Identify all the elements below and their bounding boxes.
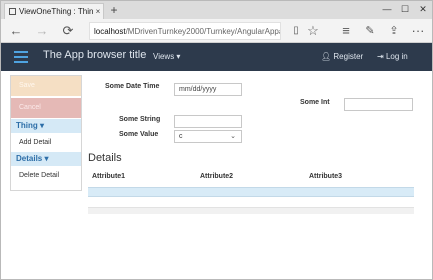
url-host: localhost — [94, 27, 126, 36]
close-window-button[interactable]: ✕ — [415, 2, 431, 16]
forward-icon[interactable]: → — [33, 22, 51, 40]
notes-pen-icon[interactable]: ✎ — [361, 22, 379, 40]
chevron-down-icon: ⌄ — [230, 133, 236, 140]
details-heading: Details — [88, 152, 122, 164]
some-string-label: Some String — [119, 116, 161, 123]
some-int-input[interactable] — [344, 98, 413, 111]
app-title[interactable]: The App browser title — [43, 49, 146, 61]
hamburger-icon[interactable] — [14, 51, 28, 63]
browser-window: ViewOneThing : Thin × + — ☐ ✕ ← → ⟳ loca… — [0, 0, 433, 280]
some-value-selected: c — [179, 133, 183, 140]
address-bar[interactable]: localhost/MDrivenTurnkey2000/Turnkey/Ang… — [89, 22, 281, 40]
more-icon[interactable]: ··· — [409, 22, 427, 40]
maximize-button[interactable]: ☐ — [397, 2, 413, 16]
register-link[interactable]: 👤︎ Register — [321, 52, 363, 61]
some-value-label: Some Value — [119, 131, 159, 138]
some-int-label: Some Int — [300, 99, 330, 106]
details-section-header[interactable]: Details ▾ — [11, 152, 81, 166]
browser-toolbar: ← → ⟳ localhost/MDrivenTurnkey2000/Turnk… — [1, 19, 432, 43]
some-date-time-label: Some Date Time — [105, 83, 160, 90]
url-path: /MDrivenTurnkey2000/Turnkey/AngularApp#/… — [125, 27, 281, 36]
favorite-star-icon[interactable]: ☆ — [304, 22, 322, 40]
user-icon: 👤︎ — [321, 52, 334, 61]
delete-detail-button[interactable]: Delete Detail — [11, 167, 81, 184]
cancel-button[interactable]: Cancel — [11, 98, 81, 118]
minimize-button[interactable]: — — [379, 2, 395, 16]
register-label: Register — [333, 52, 364, 61]
hub-menu-icon[interactable]: ≡ — [337, 22, 355, 40]
column-attribute1[interactable]: Attribute1 — [92, 173, 125, 180]
close-tab-icon[interactable]: × — [93, 7, 103, 16]
refresh-icon[interactable]: ⟳ — [59, 22, 77, 40]
some-date-time-input[interactable]: mm/dd/yyyy — [174, 83, 242, 96]
action-sidebar: Save Cancel Thing ▾ Add Detail Details ▾… — [10, 75, 82, 191]
reading-view-icon[interactable]: ▯ — [287, 22, 305, 40]
tab-title: ViewOneThing : Thin — [19, 7, 93, 16]
some-string-input[interactable] — [174, 115, 242, 128]
share-icon[interactable]: ⇪ — [385, 22, 403, 40]
login-link[interactable]: ⇥ Log in — [377, 52, 408, 61]
save-button[interactable]: Save — [11, 76, 81, 96]
login-icon: ⇥ — [377, 52, 386, 61]
tab-strip: ViewOneThing : Thin × + — ☐ ✕ — [1, 1, 432, 19]
column-attribute3[interactable]: Attribute3 — [309, 173, 342, 180]
page-icon — [9, 8, 16, 15]
views-dropdown[interactable]: Views ▾ — [153, 52, 180, 61]
details-table-header: Attribute1 Attribute2 Attribute3 — [88, 171, 414, 185]
browser-tab[interactable]: ViewOneThing : Thin × — [4, 3, 104, 19]
column-attribute2[interactable]: Attribute2 — [200, 173, 233, 180]
thing-section-header[interactable]: Thing ▾ — [11, 119, 81, 133]
login-label: Log in — [385, 52, 408, 61]
table-row[interactable] — [88, 187, 414, 197]
horizontal-scrollbar[interactable] — [88, 207, 414, 214]
new-tab-button[interactable]: + — [107, 3, 121, 17]
some-value-select[interactable]: c ⌄ — [174, 130, 242, 143]
app-header: The App browser title Views ▾ 👤︎ Registe… — [1, 43, 432, 71]
add-detail-button[interactable]: Add Detail — [11, 134, 81, 151]
back-icon[interactable]: ← — [7, 22, 25, 40]
